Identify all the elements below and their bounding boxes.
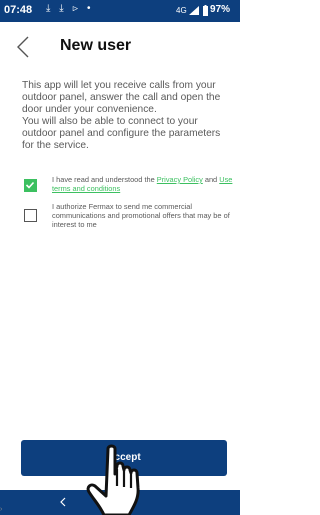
back-button[interactable] [10, 32, 38, 62]
notification-icons: ⤓ ⤓ ⊳ • [46, 3, 94, 14]
intro-text: This app will let you receive calls from… [22, 80, 227, 152]
status-bar: 07:48 ⤓ ⤓ ⊳ • 4G 97% [0, 0, 240, 22]
network-type: 4G [176, 6, 187, 15]
privacy-policy-link[interactable]: Privacy Policy [157, 175, 203, 184]
chevron-left-icon [17, 36, 29, 58]
pointing-hand-icon [86, 444, 140, 515]
marketing-consent-text: I authorize Fermax to send me commercial… [52, 202, 230, 229]
privacy-text-before: I have read and understood the [52, 175, 157, 184]
edge-glyph: › [0, 506, 3, 513]
intro-paragraph-1: This app will let you receive calls from… [22, 80, 221, 115]
status-time: 07:48 [4, 4, 33, 16]
intro-paragraph-2: You will also be able to connect to your… [22, 116, 221, 151]
nav-back-icon[interactable] [58, 496, 68, 508]
page-title: New user [60, 37, 132, 54]
signal-icon [189, 6, 199, 15]
header: New user [0, 22, 240, 72]
privacy-consent-row: I have read and understood the Privacy P… [24, 175, 232, 199]
privacy-text-middle: and [202, 175, 220, 184]
privacy-checkbox[interactable] [24, 179, 37, 192]
marketing-checkbox[interactable] [24, 209, 37, 222]
battery-level: 97% [210, 4, 231, 15]
marketing-consent-row: I authorize Fermax to send me commercial… [24, 202, 230, 232]
checkmark-icon [25, 181, 35, 189]
privacy-consent-text: I have read and understood the Privacy P… [52, 175, 247, 193]
battery-icon [203, 5, 208, 16]
